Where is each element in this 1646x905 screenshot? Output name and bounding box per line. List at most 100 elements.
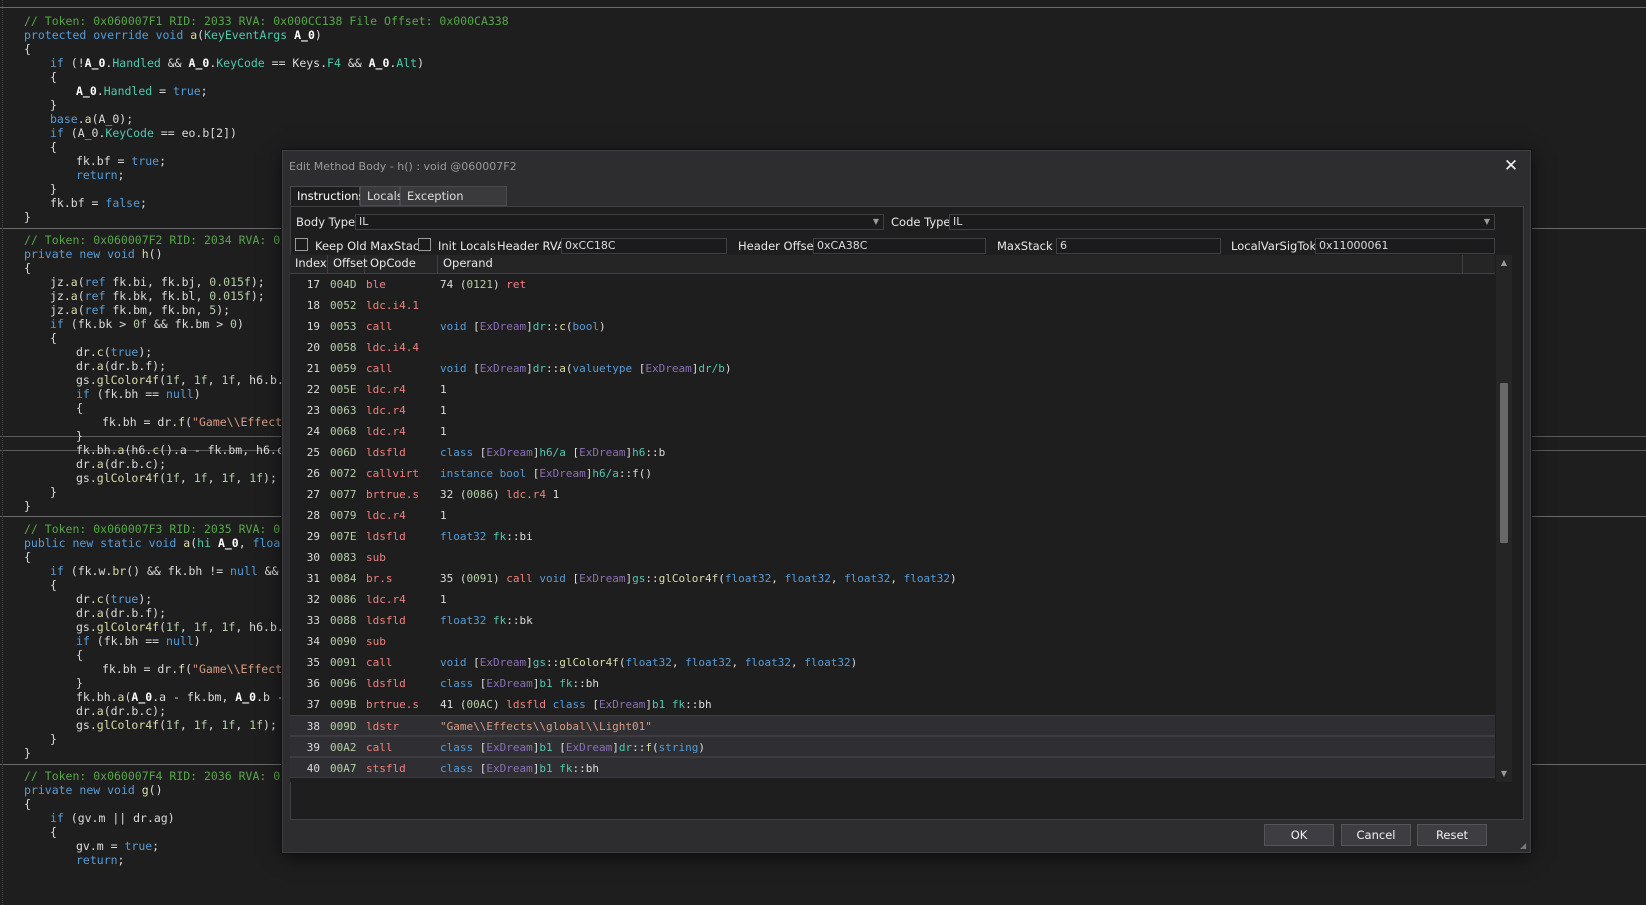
- code-token: ,: [207, 620, 222, 634]
- instruction-row[interactable]: 36 0096 ldsfld class [ExDream]b1 fk::bh: [290, 673, 1495, 694]
- instruction-row[interactable]: 26 0072 callvirt instance bool [ExDream]h6/…: [290, 463, 1495, 484]
- column-header-opcode[interactable]: OpCode: [365, 255, 438, 273]
- instruction-row[interactable]: 17 004D ble 74 (0121) ret: [290, 274, 1495, 295]
- init-locals-checkbox[interactable]: [418, 238, 431, 251]
- instruction-row[interactable]: 24 0068 ldc.r4 1: [290, 421, 1495, 442]
- code-token: );: [263, 471, 277, 485]
- code-token: public: [24, 536, 73, 550]
- instruction-row[interactable]: 37 009B brtrue.s 41 (00AC) ldsfld class [Ex…: [290, 694, 1495, 715]
- operand-token: class: [440, 446, 480, 459]
- code-token: (fk.w.: [70, 564, 113, 578]
- code-line: dr.a(dr.b.f);: [76, 359, 166, 373]
- operand-token: ExDream: [479, 362, 527, 375]
- instruction-row[interactable]: 34 0090 sub: [290, 631, 1495, 652]
- code-token: {: [24, 42, 31, 56]
- code-line: }: [50, 98, 57, 112]
- instruction-row[interactable]: 28 0079 ldc.r4 1: [290, 505, 1495, 526]
- tab-instructions[interactable]: Instructions: [290, 186, 365, 206]
- keep-old-maxstack-checkbox[interactable]: [295, 238, 308, 251]
- instruction-opcode: brtrue.s: [366, 698, 419, 711]
- instruction-row[interactable]: 39 00A2 call class [ExDream]b1 [ExDream]dr:…: [290, 736, 1495, 757]
- code-line: }: [50, 182, 57, 196]
- instruction-row[interactable]: 22 005E ldc.r4 1: [290, 379, 1495, 400]
- column-header-offset[interactable]: Offset: [328, 255, 368, 273]
- code-token: 1f: [193, 373, 208, 387]
- instruction-row[interactable]: 27 0077 brtrue.s 32 (0086) ldc.r4 1: [290, 484, 1495, 505]
- instruction-row[interactable]: 38 009D ldstr "Game\\Effects\\global\\Light…: [290, 715, 1495, 736]
- code-token: glColor4f: [96, 620, 160, 634]
- tab-locals[interactable]: Locals: [360, 186, 403, 206]
- code-token: gs.: [76, 373, 97, 387]
- code-token: ref: [84, 303, 113, 317]
- operand-token: ::: [545, 320, 560, 333]
- instruction-operand: 41 (00AC) ldsfld class [ExDream]b1 fk::b…: [440, 694, 712, 715]
- cancel-button[interactable]: Cancel: [1341, 824, 1411, 846]
- resize-grip-icon[interactable]: ◢: [1520, 842, 1528, 850]
- ok-button[interactable]: OK: [1264, 824, 1334, 846]
- code-token: );: [138, 592, 153, 606]
- code-line: gs.glColor4f(1f, 1f, 1f, h6.b.f: [76, 373, 291, 387]
- maxstack-input[interactable]: 6: [1056, 238, 1221, 254]
- body-type-select[interactable]: IL ▼: [355, 214, 884, 230]
- localvarsigtok-input[interactable]: 0x11000061: [1315, 238, 1495, 254]
- scroll-down-icon[interactable]: ▼: [1496, 766, 1512, 782]
- instruction-row[interactable]: 40 00A7 stsfld class [ExDream]b1 fk::bh: [290, 757, 1495, 778]
- code-token: true: [124, 839, 153, 853]
- code-token: }: [50, 98, 57, 112]
- close-icon[interactable]: ✕: [1500, 155, 1522, 177]
- instruction-row[interactable]: 18 0052 ldc.i4.1: [290, 295, 1495, 316]
- instruction-row[interactable]: 33 0088 ldsfld float32 fk::bk: [290, 610, 1495, 631]
- instruction-row[interactable]: 30 0083 sub: [290, 547, 1495, 568]
- scroll-up-icon[interactable]: ▲: [1496, 255, 1512, 271]
- instruction-row[interactable]: 21 0059 call void [ExDream]dr::a(valuetype …: [290, 358, 1495, 379]
- code-line: public new static void a(hi A_0, float: [24, 536, 287, 550]
- instruction-row[interactable]: 29 007E ldsfld float32 fk::bi: [290, 526, 1495, 547]
- instruction-row[interactable]: 23 0063 ldc.r4 1: [290, 400, 1495, 421]
- code-line: jz.a(ref fk.bm, fk.bn, 5);: [50, 303, 230, 317]
- instruction-row[interactable]: 20 0058 ldc.i4.4: [290, 337, 1495, 358]
- operand-token: dr/b: [698, 362, 725, 375]
- operand-token: [: [473, 656, 480, 669]
- code-token: a: [96, 606, 104, 620]
- code-token: ref: [84, 275, 113, 289]
- code-line: }: [76, 676, 83, 690]
- instruction-row[interactable]: 35 0091 call void [ExDream]gs::glColor4f(fl…: [290, 652, 1495, 673]
- grid-vertical-scrollbar[interactable]: ▲ ▼: [1496, 255, 1512, 782]
- instruction-row[interactable]: 25 006D ldsfld class [ExDream]h6/a [ExDream…: [290, 442, 1495, 463]
- dialog-titlebar[interactable]: Edit Method Body - h() : void @060007F2 …: [283, 151, 1530, 181]
- operand-token: float32: [625, 656, 672, 669]
- code-token: "Game\\Effects: [192, 415, 289, 429]
- code-line: fk.bf = false;: [50, 196, 147, 210]
- code-token: (: [159, 718, 167, 732]
- instruction-row[interactable]: 31 0084 br.s 35 (0091) call void [ExDream]g…: [290, 568, 1495, 589]
- edit-method-body-dialog: Edit Method Body - h() : void @060007F2 …: [282, 150, 1531, 853]
- reset-button[interactable]: Reset: [1417, 824, 1487, 846]
- column-header-operand[interactable]: Operand: [438, 255, 1463, 273]
- code-token: ;: [159, 154, 167, 168]
- instruction-offset: 0052: [330, 299, 357, 312]
- code-token: if: [50, 126, 71, 140]
- column-header-index[interactable]: Index: [290, 255, 328, 273]
- instruction-offset: 005E: [330, 383, 357, 396]
- instruction-opcode: ldc.r4: [366, 383, 406, 396]
- operand-token: void: [440, 362, 474, 375]
- instruction-operand: 1: [440, 400, 447, 421]
- header-rva-input[interactable]: 0xCC18C: [561, 238, 727, 254]
- code-token: fk.bh.: [76, 443, 118, 457]
- code-token: a: [70, 303, 78, 317]
- instruction-row[interactable]: 32 0086 ldc.r4 1: [290, 589, 1495, 610]
- header-offset-input[interactable]: 0xCA38C: [813, 238, 986, 254]
- code-type-select[interactable]: IL ▼: [949, 214, 1495, 230]
- code-token: static: [100, 536, 149, 550]
- code-token: dr.: [76, 457, 97, 471]
- instruction-opcode: stsfld: [366, 762, 406, 775]
- code-line: {: [24, 797, 31, 811]
- instructions-grid[interactable]: Index Offset OpCode Operand 17 004D ble 74 …: [290, 255, 1512, 782]
- scrollbar-thumb[interactable]: [1500, 383, 1508, 543]
- instruction-row[interactable]: 19 0053 call void [ExDream]dr::c(bool): [290, 316, 1495, 337]
- operand-token: class: [440, 741, 480, 754]
- code-token: fk.bm, fk.bn,: [112, 303, 210, 317]
- code-token: (!: [70, 56, 85, 70]
- tab-exception-handlers[interactable]: Exception Handlers: [400, 186, 507, 222]
- code-token: true: [110, 345, 139, 359]
